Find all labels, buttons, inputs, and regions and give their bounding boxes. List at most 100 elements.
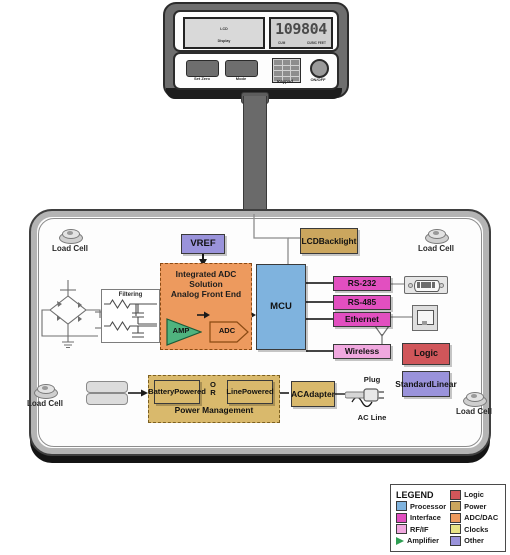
segment-display-value: 109804 xyxy=(275,20,327,38)
seven-segment-display: 109804 CUM CUBIC FEET xyxy=(269,17,333,49)
legend-item-rf-if: RF/IF xyxy=(396,524,446,536)
legend-swatch-other xyxy=(450,535,462,546)
scale-block-diagram: LCD Display 109804 CUM CUBIC FEET Set Ze… xyxy=(0,0,510,555)
load-cell-icon xyxy=(461,391,487,407)
ethernet-block: Ethernet xyxy=(333,312,391,327)
power-button[interactable] xyxy=(310,59,329,78)
legend-label-clocks: Clocks xyxy=(464,524,489,534)
legend-swatch-amplifier-triangle-icon xyxy=(396,536,404,545)
db9-serial-connector-icon xyxy=(404,276,448,294)
integrated-adc-solution-group: Integrated ADC Solution Analog Front End… xyxy=(160,263,252,350)
load-cell-label: Load Cell xyxy=(26,399,63,408)
plug-label: Plug xyxy=(363,375,381,384)
line-powered-line2: Powered xyxy=(241,387,274,397)
battery-powered-line2: Powered xyxy=(174,387,206,397)
legend-item-power: Power xyxy=(450,501,500,513)
power-management-title: Power Management xyxy=(174,405,254,415)
or-separator-label: O R xyxy=(204,381,222,397)
adc-label: ADC xyxy=(218,326,236,335)
legend-swatch-interface xyxy=(396,512,407,523)
legend-swatch-adc-dac xyxy=(450,512,462,523)
legend: LEGEND Logic Processor Power Interface A… xyxy=(390,484,506,552)
battery-icon xyxy=(86,381,128,405)
legend-title: LEGEND xyxy=(396,489,434,500)
legend-item-interface: Interface xyxy=(396,512,446,524)
legend-label-other: Other xyxy=(464,536,484,546)
load-cell-icon xyxy=(32,383,58,399)
battery-powered-line1: Battery xyxy=(148,387,175,397)
set-zero-button[interactable] xyxy=(186,60,219,77)
amp-to-adc-arrow xyxy=(197,311,210,319)
lcd-backlight-block: LCD Backlight xyxy=(300,228,358,254)
logic-block: Logic xyxy=(402,343,450,365)
legend-item-processor: Processor xyxy=(396,501,446,513)
vref-block: VREF xyxy=(181,234,225,254)
standard-linear-line1: Standard xyxy=(395,378,432,389)
standard-linear-line2: Linear xyxy=(431,378,457,389)
load-cell-icon xyxy=(423,228,449,244)
load-cell-top-left: Load Cell xyxy=(42,228,98,253)
adc-group-title-line1: Integrated ADC xyxy=(175,269,237,279)
legend-item-clocks: Clocks xyxy=(450,524,500,536)
lcd-display-screen: LCD Display xyxy=(183,17,265,49)
head-display-panel: LCD Display 109804 CUM CUBIC FEET xyxy=(173,10,339,52)
legend-label-logic: Logic xyxy=(464,490,484,500)
legend-item-logic: Logic xyxy=(450,489,500,501)
filtering-block: Filtering xyxy=(101,289,160,343)
ac-plug-icon xyxy=(345,388,384,402)
load-cell-bottom-right: Load Cell xyxy=(446,391,502,416)
legend-label-power: Power xyxy=(464,501,487,511)
legend-label-interface: Interface xyxy=(410,513,441,523)
mode-button-label: Mode xyxy=(235,76,247,81)
legend-item-adc-dac: ADC/DAC xyxy=(450,512,500,524)
power-button-label: ON/OFF xyxy=(310,77,326,82)
load-cell-bottom-left: Load Cell xyxy=(17,383,73,408)
rs485-block: RS-485 xyxy=(333,295,391,310)
lcd-display-label-line1: LCD xyxy=(220,27,228,31)
lcd-backlight-line2: Backlight xyxy=(318,235,357,246)
mode-button[interactable] xyxy=(225,60,258,77)
mcu-block: MCU xyxy=(256,264,306,350)
standard-linear-block: Standard Linear xyxy=(395,371,457,397)
ac-adapter-line1: AC xyxy=(291,388,304,399)
legend-swatch-processor xyxy=(396,501,407,512)
lcd-display-label-line2: Display xyxy=(217,39,231,44)
load-cell-label: Load Cell xyxy=(417,244,454,253)
lcd-backlight-line1: LCD xyxy=(301,235,319,246)
legend-swatch-rf-if xyxy=(396,524,407,535)
filter-schematic xyxy=(104,298,157,338)
legend-item-other: Other xyxy=(450,535,500,547)
rs232-block: RS-232 xyxy=(333,276,391,291)
head-control-panel: Set Zero Mode Keypad ON/OFF xyxy=(173,52,339,90)
load-cell-label: Load Cell xyxy=(51,244,88,253)
segment-unit-left: CUM xyxy=(278,41,286,45)
load-cell-label: Load Cell xyxy=(455,407,492,416)
legend-label-processor: Processor xyxy=(410,501,447,511)
legend-label-rf-if: RF/IF xyxy=(410,524,429,534)
ac-adapter-block: AC Adapter xyxy=(291,381,335,407)
legend-item-amplifier: Amplifier xyxy=(396,535,446,547)
battery-powered-block: Battery Powered xyxy=(148,380,206,404)
set-zero-button-label: Set Zero xyxy=(193,76,210,81)
adc-group-title: Integrated ADC Solution Analog Front End xyxy=(161,269,251,299)
or-line2: R xyxy=(210,387,216,397)
load-cell-top-right: Load Cell xyxy=(408,228,464,253)
line-powered-block: Line Powered xyxy=(226,380,274,404)
adc-group-title-line2: Solution xyxy=(189,279,223,290)
scale-head-unit: LCD Display 109804 CUM CUBIC FEET Set Ze… xyxy=(163,2,349,100)
line-powered-line1: Line xyxy=(226,387,242,397)
ac-adapter-line2: Adapter xyxy=(303,388,335,399)
wireless-block: Wireless xyxy=(333,344,391,359)
rj45-ethernet-connector-icon xyxy=(412,305,438,331)
load-cell-icon xyxy=(57,228,83,244)
ac-line-label: AC Line xyxy=(357,413,387,422)
segment-unit-right: CUBIC FEET xyxy=(306,41,326,45)
legend-label-amplifier: Amplifier xyxy=(407,536,440,546)
legend-swatch-clocks xyxy=(450,524,462,535)
legend-swatch-logic xyxy=(450,489,462,500)
amplifier-label: AMP xyxy=(172,326,190,335)
legend-label-adc-dac: ADC/DAC xyxy=(464,513,499,523)
legend-swatch-power xyxy=(450,501,462,512)
head-support-post xyxy=(243,96,267,214)
adc-group-title-line3: Analog Front End xyxy=(170,289,242,300)
